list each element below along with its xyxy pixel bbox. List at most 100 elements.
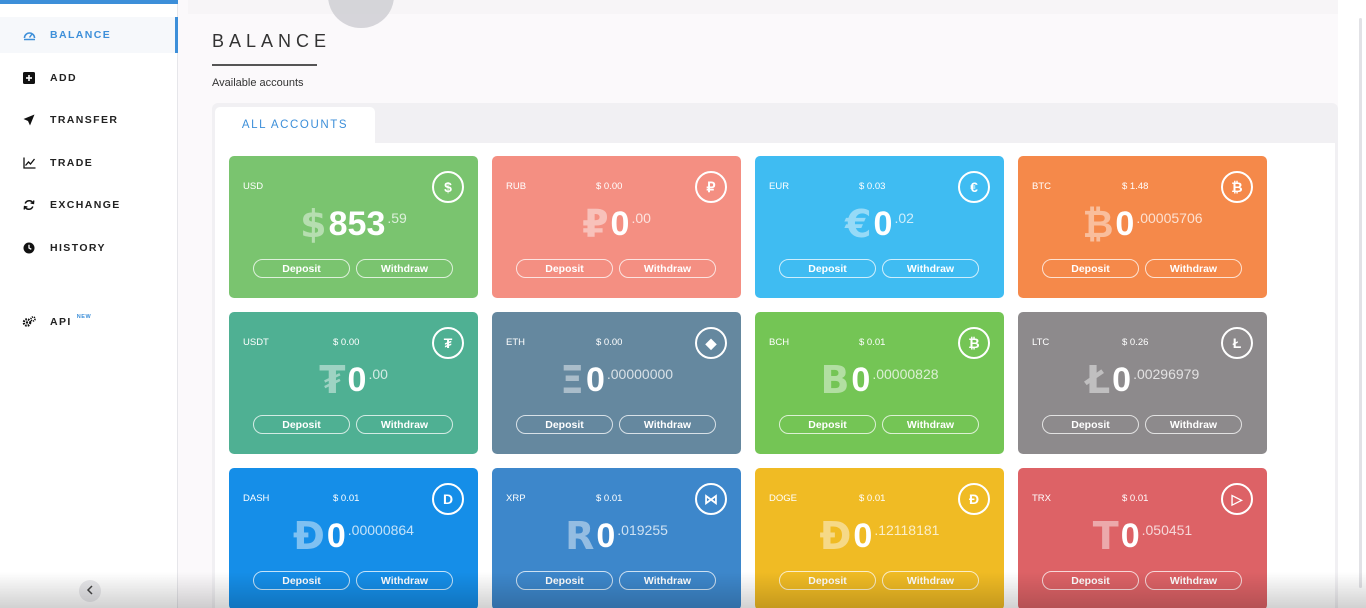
main-content: BALANCE Available accounts ALL ACCOUNTS … — [178, 0, 1338, 608]
withdraw-button[interactable]: Withdraw — [619, 415, 716, 434]
deposit-button[interactable]: Deposit — [779, 571, 876, 590]
collapse-sidebar-button[interactable] — [79, 580, 101, 602]
usd-value: $ 0.00 — [596, 337, 623, 348]
currency-symbol: T — [1092, 514, 1119, 558]
withdraw-button[interactable]: Withdraw — [356, 259, 453, 278]
balance-amount: Ł 0.00296979 — [1018, 360, 1267, 400]
sidebar-top-accent — [0, 0, 178, 4]
deposit-button[interactable]: Deposit — [253, 259, 350, 278]
sidebar-item-api[interactable]: API NEW — [0, 304, 178, 340]
deposit-button[interactable]: Deposit — [516, 571, 613, 590]
new-badge: NEW — [76, 314, 92, 320]
balance-fraction: .00 — [368, 366, 388, 382]
deposit-button[interactable]: Deposit — [779, 259, 876, 278]
balance-fraction: .00005706 — [1136, 210, 1203, 226]
page-title: BALANCE — [212, 31, 332, 51]
balance-fraction: .019255 — [617, 522, 668, 538]
btc-icon: ₿ — [1221, 171, 1253, 203]
balance-amount: ₿ 0.00005706 — [1018, 204, 1267, 244]
deposit-button[interactable]: Deposit — [516, 259, 613, 278]
balance-fraction: .00000000 — [606, 366, 674, 382]
balance-amount: ₽0.00 — [492, 204, 741, 244]
accounts-panel-body: USD $ $853.59 Deposit Withdraw RUB $ 0.00 ₽ ₽0.0… — [215, 143, 1335, 608]
withdraw-button[interactable]: Withdraw — [356, 571, 453, 590]
card-actions: Deposit Withdraw — [253, 259, 453, 278]
card-actions: Deposit Withdraw — [516, 259, 716, 278]
withdraw-button[interactable]: Withdraw — [619, 259, 716, 278]
card-actions: Deposit Withdraw — [779, 259, 979, 278]
currency-code: XRP — [506, 493, 526, 504]
usd-value: $ 0.00 — [333, 337, 360, 348]
tab-all-accounts[interactable]: ALL ACCOUNTS — [215, 107, 375, 143]
currency-code: ETH — [506, 337, 525, 348]
deposit-button[interactable]: Deposit — [1042, 415, 1139, 434]
sidebar-item-add[interactable]: ADD — [0, 60, 178, 96]
xrp-icon: ⋈ — [695, 483, 727, 515]
balance-amount: $853.59 — [229, 204, 478, 244]
rub-icon: ₽ — [695, 171, 727, 203]
balance-fraction: .00000828 — [872, 366, 939, 382]
balance-fraction: .12118181 — [874, 522, 940, 538]
sidebar-item-label: ADD — [50, 71, 77, 84]
card-actions: Deposit Withdraw — [779, 571, 979, 590]
trx-icon: ▷ — [1221, 483, 1253, 515]
usdt-icon: ₮ — [432, 327, 464, 359]
ltc-icon: Ł — [1221, 327, 1253, 359]
refresh-icon — [22, 198, 36, 212]
sidebar-item-balance[interactable]: BALANCE — [0, 17, 178, 53]
sidebar-item-label: BALANCE — [50, 29, 112, 41]
sidebar-item-transfer[interactable]: TRANSFER — [0, 102, 178, 138]
card-actions: Deposit Withdraw — [253, 415, 453, 434]
balance-integer: 0 — [585, 361, 605, 399]
balance-amount: Ξ 0.00000000 — [492, 360, 741, 400]
withdraw-button[interactable]: Withdraw — [619, 571, 716, 590]
account-card-trx: TRX $ 0.01 ▷ T 0.050451 Deposit Withdraw — [1018, 468, 1267, 608]
card-actions: Deposit Withdraw — [779, 415, 979, 434]
page-scrollbar[interactable] — [1338, 0, 1366, 608]
eth-icon: ◆ — [695, 327, 727, 359]
balance-amount: B 0.00000828 — [755, 360, 1004, 400]
account-card-usdt: USDT $ 0.00 ₮ ₮ 0.00 Deposit Withdraw — [229, 312, 478, 454]
deposit-button[interactable]: Deposit — [1042, 571, 1139, 590]
card-actions: Deposit Withdraw — [516, 571, 716, 590]
withdraw-button[interactable]: Withdraw — [882, 259, 979, 278]
eur-icon: € — [958, 171, 990, 203]
currency-code: LTC — [1032, 337, 1050, 348]
deposit-button[interactable]: Deposit — [779, 415, 876, 434]
balance-amount: Đ 0.12118181 — [755, 516, 1004, 556]
sidebar-item-history[interactable]: HISTORY — [0, 230, 178, 266]
account-card-dash: DASH $ 0.01 D Đ 0.00000864 Deposit Withdraw — [229, 468, 478, 608]
currency-symbol: $ — [300, 202, 327, 246]
sidebar-item-trade[interactable]: TRADE — [0, 145, 178, 181]
withdraw-button[interactable]: Withdraw — [356, 415, 453, 434]
deposit-button[interactable]: Deposit — [253, 571, 350, 590]
currency-code: BTC — [1032, 181, 1051, 192]
usd-value: $ 1.48 — [1122, 181, 1149, 192]
balance-amount: T 0.050451 — [1018, 516, 1267, 556]
deposit-button[interactable]: Deposit — [253, 415, 350, 434]
sidebar-item-label: TRANSFER — [50, 114, 119, 127]
page-subtitle: Available accounts — [212, 77, 304, 89]
deposit-button[interactable]: Deposit — [516, 415, 613, 434]
account-card-eur: EUR $ 0.03 € €0.02 Deposit Withdraw — [755, 156, 1004, 298]
withdraw-button[interactable]: Withdraw — [1145, 415, 1242, 434]
deposit-button[interactable]: Deposit — [1042, 259, 1139, 278]
account-card-doge: DOGE $ 0.01 Đ Đ 0.12118181 Deposit Withdraw — [755, 468, 1004, 608]
currency-code: DOGE — [769, 493, 797, 504]
currency-code: USDT — [243, 337, 269, 348]
withdraw-button[interactable]: Withdraw — [882, 571, 979, 590]
currency-symbol: B — [820, 358, 850, 402]
withdraw-button[interactable]: Withdraw — [882, 415, 979, 434]
sidebar-item-label: EXCHANGE — [50, 199, 121, 212]
accounts-panel: ALL ACCOUNTS USD $ $853.59 Deposit Withdraw R… — [212, 103, 1338, 608]
withdraw-button[interactable]: Withdraw — [1145, 259, 1242, 278]
dash-icon: D — [432, 483, 464, 515]
scrollbar-thumb[interactable] — [1359, 18, 1362, 588]
account-card-rub: RUB $ 0.00 ₽ ₽0.00 Deposit Withdraw — [492, 156, 741, 298]
balance-fraction: .00296979 — [1133, 366, 1200, 382]
account-card-btc: BTC $ 1.48 ₿ ₿ 0.00005706 Deposit Withdraw — [1018, 156, 1267, 298]
withdraw-button[interactable]: Withdraw — [1145, 571, 1242, 590]
dashboard-icon — [22, 28, 36, 42]
bch-icon: ₿ — [958, 327, 990, 359]
sidebar-item-exchange[interactable]: EXCHANGE — [0, 187, 178, 223]
